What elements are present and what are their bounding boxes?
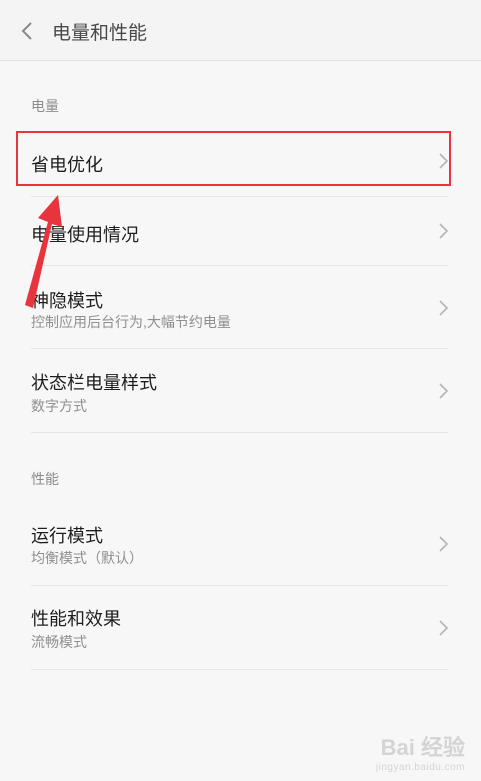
annotation-arrow-icon xyxy=(25,195,62,308)
